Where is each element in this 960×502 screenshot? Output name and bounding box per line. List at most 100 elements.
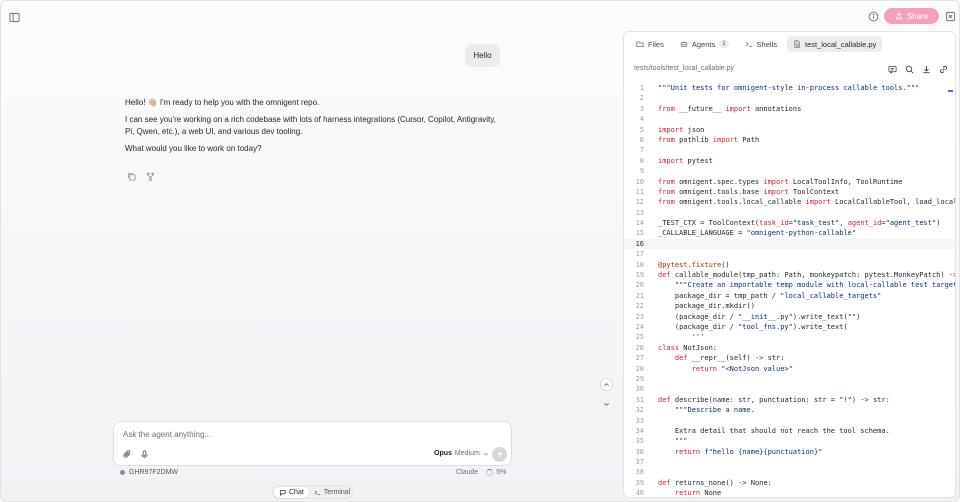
terminal-icon (314, 490, 320, 495)
line-number: 12 (635, 198, 644, 207)
line-number: 6 (639, 135, 644, 144)
code-text: from __future__ import annotations (658, 104, 802, 113)
search-icon[interactable] (903, 63, 915, 75)
code-text: class NotJson: (658, 343, 718, 352)
composer-input[interactable]: Ask the agent anything... (123, 430, 211, 439)
code-text: from omnigent.spec.types import LocalToo… (658, 177, 903, 186)
code-text: def __repr__(self) -> str: (674, 354, 785, 363)
code-line: 13 (624, 208, 955, 218)
message-composer[interactable]: Ask the agent anything... Opus Medium (113, 421, 512, 466)
code-line: 4 (624, 114, 955, 124)
code-line: 17 (624, 249, 955, 259)
code-text: (package_dir / "tool_fns.py").write_text… (658, 322, 848, 331)
line-number: 36 (635, 447, 644, 456)
line-number: 40 (635, 489, 644, 498)
sidebar-toggle-icon[interactable] (7, 10, 21, 24)
code-line: 34 Extra detail that should not reach th… (624, 426, 955, 436)
share-button[interactable]: Share (884, 8, 939, 24)
tab-shells[interactable]: Shells (739, 36, 783, 52)
tab-terminal-label: Terminal (323, 488, 351, 496)
line-number: 8 (639, 156, 644, 165)
file-icon (794, 40, 800, 48)
code-line: 39 def returns_none() -> None: (624, 478, 955, 488)
code-line: 33 (624, 416, 955, 426)
chevron-down-icon (483, 452, 488, 456)
copy-icon[interactable] (127, 172, 137, 182)
model-name: Opus (434, 450, 452, 457)
line-number: 11 (635, 187, 644, 196)
code-line: 35 """ (624, 436, 955, 446)
share-label: Share (906, 11, 929, 21)
status-dot-icon (120, 470, 125, 475)
scroll-up-button[interactable] (600, 378, 613, 391)
line-number: 38 (635, 468, 644, 477)
code-line: 15 _CALLABLE_LANGUAGE = "omnigent-python-… (624, 228, 955, 238)
user-message: Hello (465, 44, 500, 67)
tab-files[interactable]: Files (630, 36, 670, 52)
code-text: """Describe a name. (674, 406, 755, 415)
tab-agents[interactable]: Agents 1 (674, 36, 735, 52)
code-line: 16 (624, 238, 955, 250)
code-viewer[interactable]: 1 """Unit tests for omnigent-style in-pro… (624, 83, 955, 498)
line-number: 29 (635, 374, 644, 383)
code-text: (package_dir / "__init__.py").write_text… (658, 312, 861, 321)
agent-name: Claude (456, 469, 479, 476)
tab-chat[interactable]: Chat (274, 486, 309, 498)
chat-icon (279, 489, 286, 496)
code-text: return "<NotJson value>" (691, 364, 793, 373)
close-panel-icon[interactable] (943, 9, 957, 23)
line-number: 28 (635, 364, 644, 373)
download-icon[interactable] (920, 63, 932, 75)
code-line: 10 from omnigent.spec.types import LocalT… (624, 177, 955, 187)
line-number: 30 (635, 385, 644, 394)
line-number: 37 (635, 458, 644, 467)
comment-icon[interactable] (886, 63, 898, 75)
code-text: def returns_none() -> None: (658, 478, 772, 487)
code-text: Extra detail that should not reach the t… (658, 426, 890, 435)
context-usage: 5% (486, 469, 506, 476)
line-number: 1 (639, 84, 644, 92)
assistant-paragraph: Hello! 👋🏼 I'm ready to help you with the… (125, 98, 320, 107)
file-panel: Files Agents 1 Shells test_local_callabl… (623, 31, 956, 498)
microphone-icon[interactable] (140, 450, 149, 461)
code-line: 26 class NotJson: (624, 343, 955, 353)
code-line: 24 (package_dir / "tool_fns.py").write_t… (624, 322, 955, 332)
model-effort: Medium (454, 450, 480, 457)
line-number: 32 (635, 406, 644, 415)
scroll-marker (948, 90, 953, 92)
assistant-paragraph: I can see you're working on a rich codeb… (125, 115, 496, 136)
line-number: 18 (635, 260, 644, 269)
line-number: 21 (635, 291, 644, 300)
code-text: from pathlib import Path (658, 135, 760, 144)
code-line: 19 def callable_module(tmp_path: Path, mo… (624, 270, 955, 280)
code-line: 37 (624, 457, 955, 467)
context-ring-icon (486, 469, 494, 476)
terminal-icon (745, 41, 752, 47)
tab-chat-label: Chat (289, 488, 304, 496)
code-text: import pytest (658, 156, 713, 165)
scroll-down-button[interactable] (600, 398, 613, 411)
code-line: 29 (624, 374, 955, 384)
code-line: 32 """Describe a name. (624, 405, 955, 415)
line-number: 31 (635, 395, 644, 404)
session-id: GHR97F2DMW (120, 469, 178, 476)
code-line: 23 (package_dir / "__init__.py").write_t… (624, 312, 955, 322)
send-button[interactable] (492, 447, 507, 462)
link-icon[interactable] (937, 63, 949, 75)
tab-file[interactable]: test_local_callable.py (786, 36, 883, 52)
app-window: Share Hello Hello! 👋🏼 I'm ready to help … (0, 0, 960, 502)
branch-icon[interactable] (146, 172, 156, 182)
code-text: _TEST_CTX = ToolContext(task_id="task_te… (658, 219, 941, 228)
line-number: 27 (635, 354, 644, 363)
info-icon[interactable] (866, 9, 880, 23)
paperclip-icon[interactable] (123, 450, 132, 461)
message-actions (127, 172, 156, 182)
code-line: 40 return None (624, 488, 955, 498)
tab-terminal[interactable]: Terminal (309, 487, 355, 498)
line-number: 13 (635, 208, 644, 217)
code-line: 5 import json (624, 125, 955, 135)
code-text: ''' (691, 333, 705, 342)
code-text: """ (674, 437, 688, 446)
line-number: 7 (639, 146, 644, 155)
model-selector[interactable]: Opus Medium (434, 450, 489, 457)
